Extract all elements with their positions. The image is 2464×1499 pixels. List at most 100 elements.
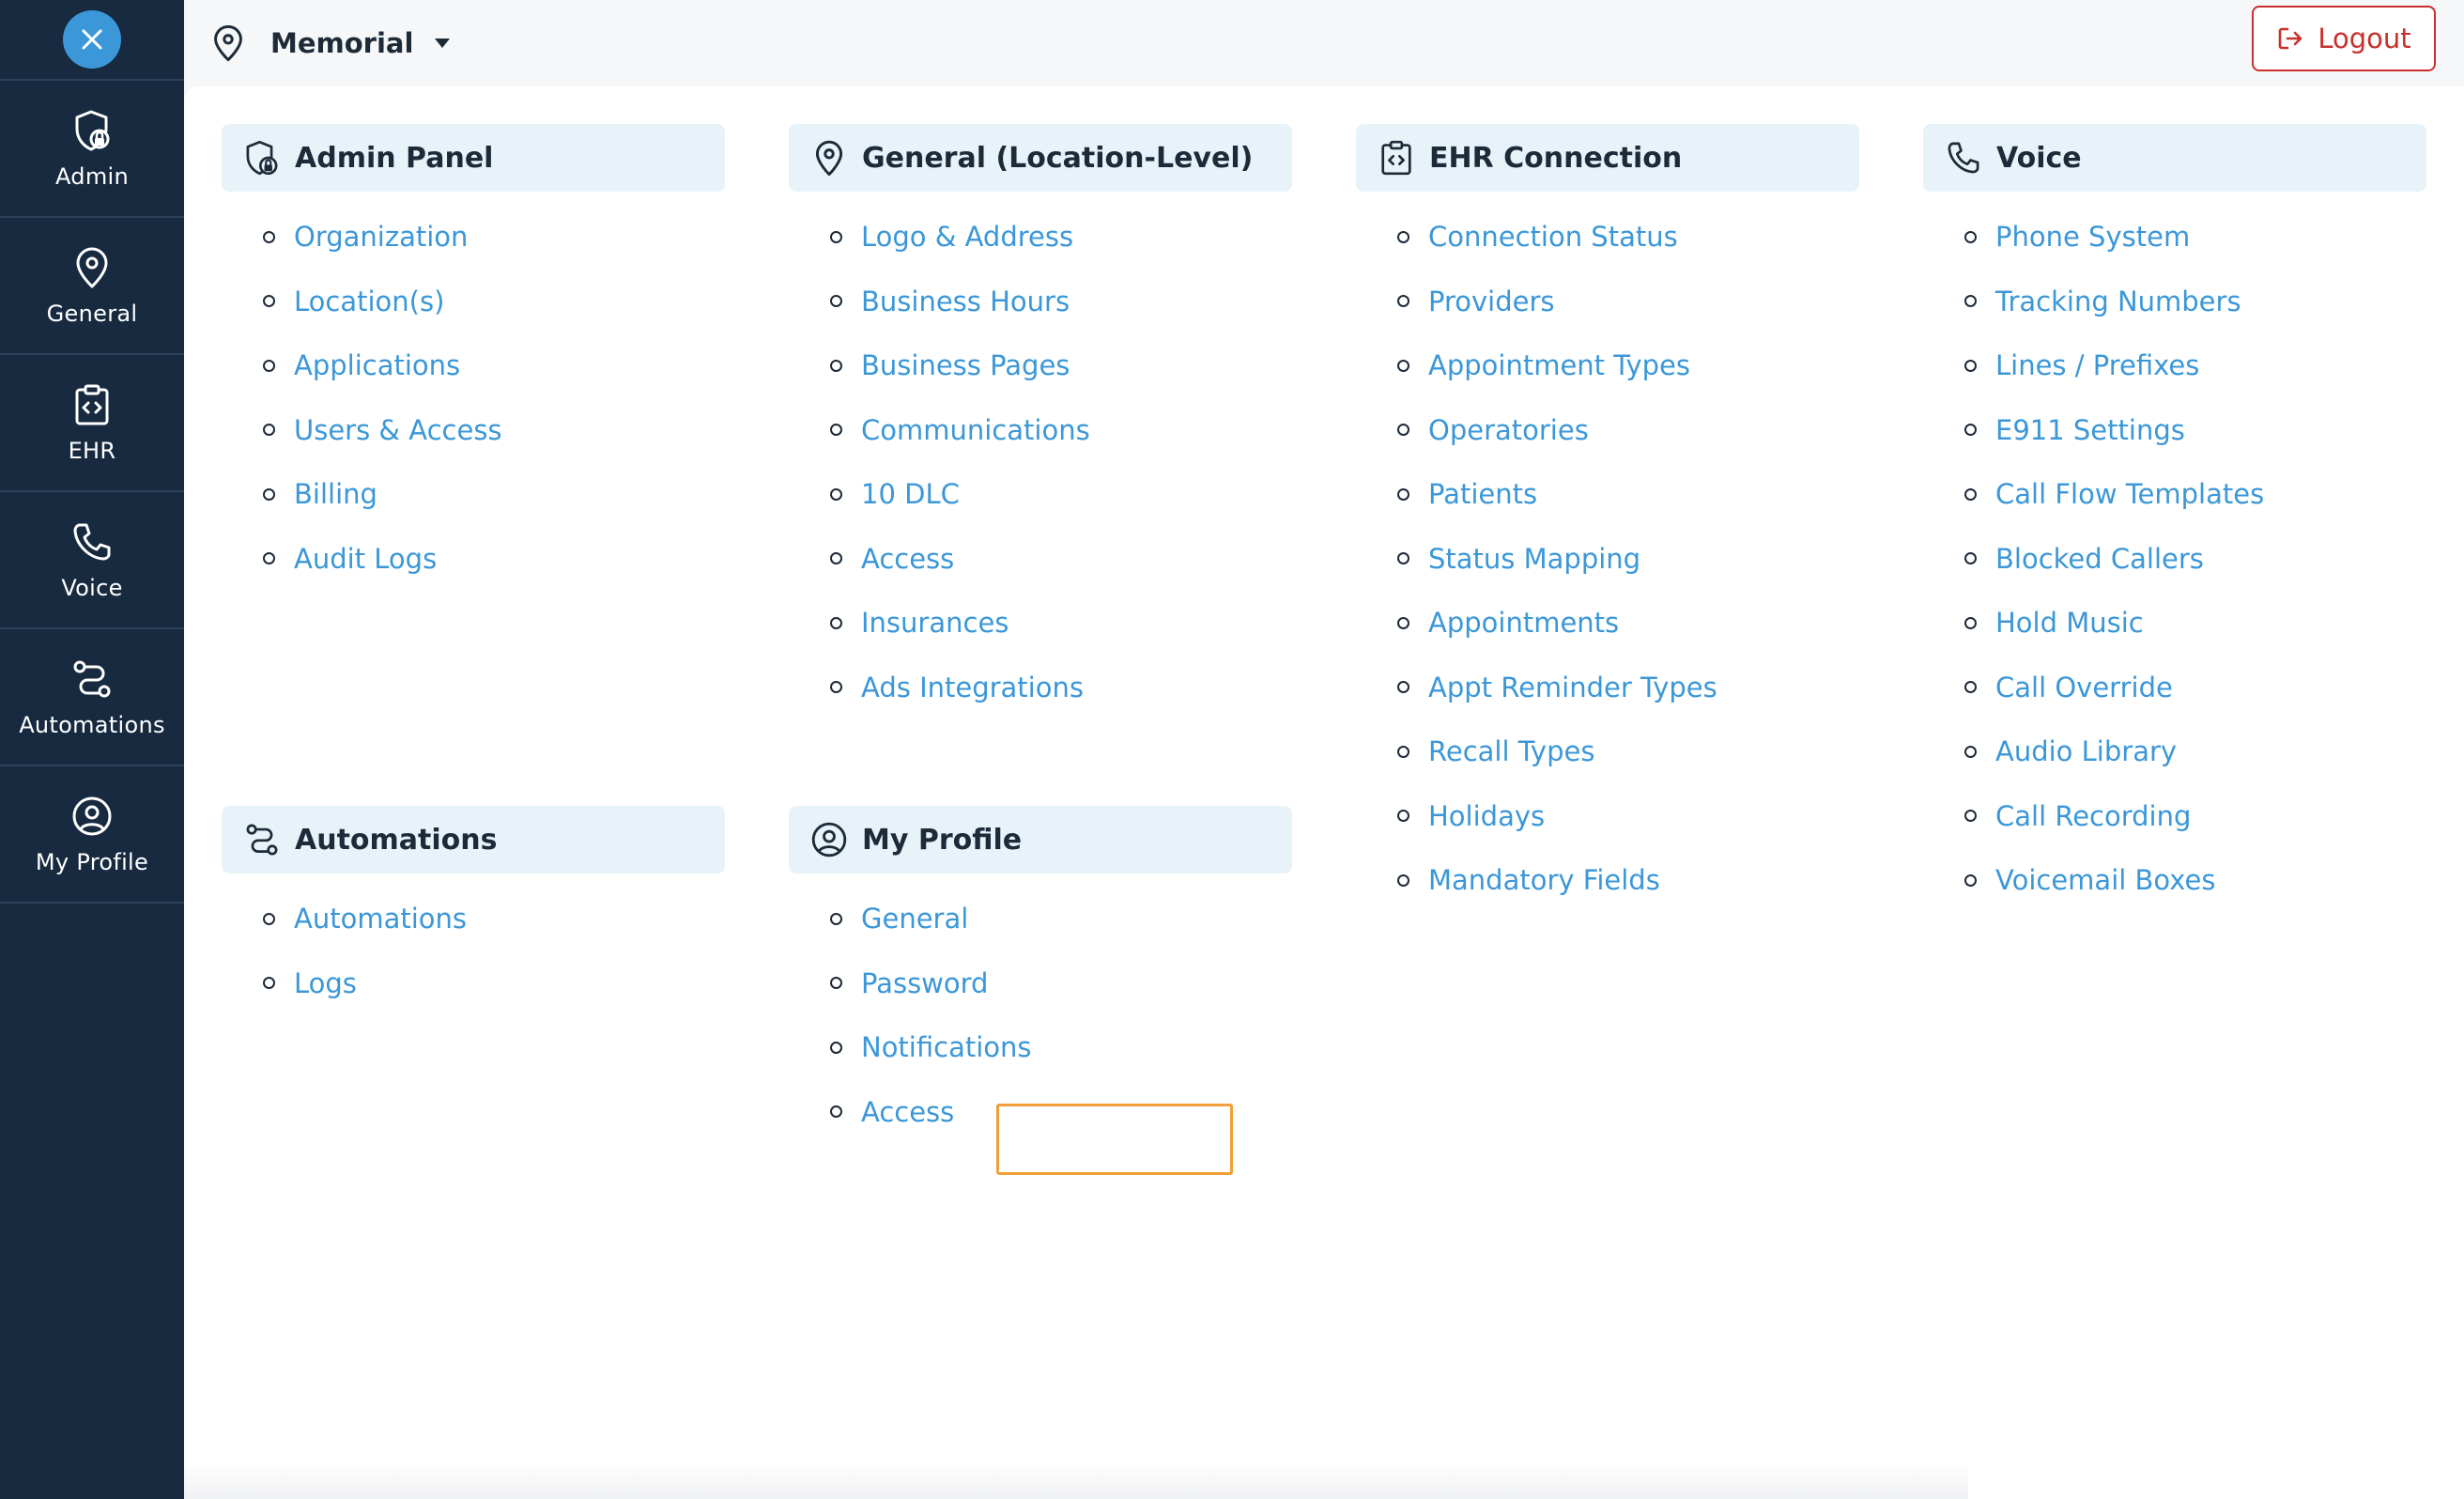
bullet-icon [1964, 552, 1977, 565]
bullet-icon [1397, 424, 1409, 437]
bullet-icon [1964, 295, 1977, 308]
link-tracking-numbers[interactable]: Tracking Numbers [1995, 286, 2241, 317]
link-notifications[interactable]: Notifications [861, 1031, 1032, 1063]
bullet-icon [263, 912, 275, 925]
link-appointment-types[interactable]: Appointment Types [1428, 349, 1690, 381]
link-lines-prefixes[interactable]: Lines / Prefixes [1995, 349, 2199, 381]
link-recall-types[interactable]: Recall Types [1428, 735, 1594, 767]
link-operatories[interactable]: Operatories [1428, 414, 1589, 446]
bullet-icon [1397, 810, 1409, 823]
link-call-flow-templates[interactable]: Call Flow Templates [1995, 478, 2264, 510]
link-voicemail-boxes[interactable]: Voicemail Boxes [1995, 864, 2216, 896]
link-blocked-callers[interactable]: Blocked Callers [1995, 543, 2204, 575]
location-selector[interactable]: Memorial [208, 22, 451, 65]
list-item: Audit Logs [222, 527, 725, 592]
link-e911-settings[interactable]: E911 Settings [1995, 414, 2185, 446]
bullet-icon [263, 359, 275, 372]
list-item: Billing [222, 462, 725, 527]
link-hold-music[interactable]: Hold Music [1995, 607, 2144, 639]
link-phone-system[interactable]: Phone System [1995, 221, 2190, 253]
list-item: Logo & Address [789, 205, 1292, 270]
bullet-icon [830, 616, 842, 629]
logout-button[interactable]: Logout [2252, 6, 2436, 71]
route-icon [73, 660, 111, 698]
sidebar-item-label: My Profile [35, 849, 149, 875]
list-item: Connection Status [1356, 205, 1859, 270]
sidebar-item-label: Voice [61, 575, 123, 601]
link-users-access[interactable]: Users & Access [294, 414, 502, 446]
link-profile-general[interactable]: General [861, 903, 968, 935]
sidebar-item-automations[interactable]: Automations [0, 629, 184, 766]
link-business-hours[interactable]: Business Hours [861, 286, 1070, 317]
list-item: Call Override [1923, 656, 2426, 720]
bullet-icon [1397, 681, 1409, 694]
clipboard-code-icon [75, 384, 109, 425]
link-connection-status[interactable]: Connection Status [1428, 221, 1678, 253]
link-appointments[interactable]: Appointments [1428, 607, 1619, 639]
link-providers[interactable]: Providers [1428, 286, 1555, 317]
link-insurances[interactable]: Insurances [861, 607, 1009, 639]
shield-lock-icon [75, 110, 110, 151]
link-audio-library[interactable]: Audio Library [1995, 735, 2177, 767]
link-10-dlc[interactable]: 10 DLC [861, 478, 960, 510]
sidebar: Admin General EHR Voice Automations My P… [0, 0, 184, 1499]
link-call-recording[interactable]: Call Recording [1995, 800, 2191, 832]
sidebar-item-admin[interactable]: Admin [0, 81, 184, 218]
bullet-icon [1397, 487, 1409, 501]
list-item: Applications [222, 333, 725, 398]
map-pin-icon [76, 247, 108, 288]
link-logo-address[interactable]: Logo & Address [861, 221, 1073, 253]
map-pin-icon [214, 24, 242, 62]
link-automations[interactable]: Automations [294, 903, 467, 935]
sidebar-item-label: Automations [19, 712, 165, 738]
bullet-icon [263, 424, 275, 437]
link-applications[interactable]: Applications [294, 349, 460, 381]
link-profile-access[interactable]: Access [861, 1096, 954, 1128]
bullet-icon [830, 977, 842, 990]
sidebar-item-general[interactable]: General [0, 218, 184, 355]
section-title: EHR Connection [1429, 141, 1683, 175]
link-locations[interactable]: Location(s) [294, 286, 444, 317]
phone-icon [1948, 142, 1979, 174]
link-appt-reminder-types[interactable]: Appt Reminder Types [1428, 672, 1717, 703]
link-business-pages[interactable]: Business Pages [861, 349, 1070, 381]
bullet-icon [263, 487, 275, 501]
bullet-icon [1964, 359, 1977, 372]
bullet-icon [830, 1105, 842, 1119]
admin-panel-section: Admin Panel Organization Location(s) App… [222, 124, 725, 591]
link-audit-logs[interactable]: Audit Logs [294, 543, 437, 575]
link-organization[interactable]: Organization [294, 221, 468, 253]
general-section: General (Location-Level) Logo & Address … [789, 124, 1292, 719]
sidebar-item-voice[interactable]: Voice [0, 492, 184, 629]
list-item: Blocked Callers [1923, 527, 2426, 592]
list-item: Recall Types [1356, 719, 1859, 784]
link-status-mapping[interactable]: Status Mapping [1428, 543, 1640, 575]
sidebar-item-my-profile[interactable]: My Profile [0, 766, 184, 904]
close-menu-button[interactable] [63, 10, 121, 69]
section-title: Voice [1996, 141, 2082, 175]
sidebar-item-ehr[interactable]: EHR [0, 355, 184, 492]
link-billing[interactable]: Billing [294, 478, 377, 510]
link-list: Logo & Address Business Hours Business P… [789, 205, 1292, 719]
list-item: E911 Settings [1923, 398, 2426, 463]
list-item: Logs [222, 951, 725, 1016]
link-access[interactable]: Access [861, 543, 954, 575]
link-password[interactable]: Password [861, 967, 988, 999]
link-communications[interactable]: Communications [861, 414, 1090, 446]
section-header: Voice [1923, 124, 2426, 192]
link-ads-integrations[interactable]: Ads Integrations [861, 672, 1084, 703]
route-icon [246, 824, 278, 856]
link-mandatory-fields[interactable]: Mandatory Fields [1428, 864, 1660, 896]
bullet-icon [1964, 745, 1977, 758]
chevron-down-icon [435, 39, 451, 48]
map-pin-icon [815, 140, 843, 177]
bullet-icon [263, 295, 275, 308]
bullet-icon [830, 912, 842, 925]
link-logs[interactable]: Logs [294, 967, 357, 999]
section-header: General (Location-Level) [789, 124, 1292, 192]
link-patients[interactable]: Patients [1428, 478, 1537, 510]
link-call-override[interactable]: Call Override [1995, 672, 2173, 703]
link-holidays[interactable]: Holidays [1428, 800, 1545, 832]
bullet-icon [1397, 230, 1409, 243]
section-header: EHR Connection [1356, 124, 1859, 192]
